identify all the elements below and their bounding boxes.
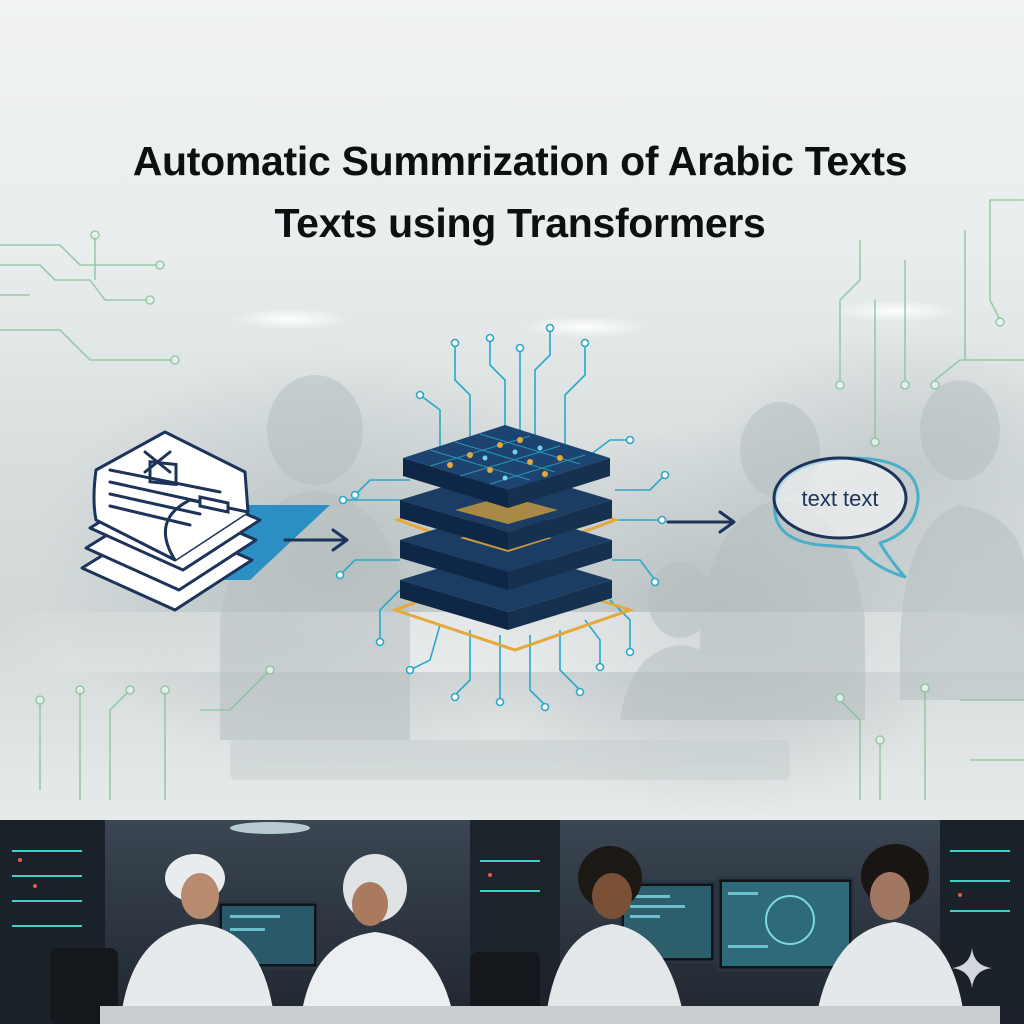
summary-bubble-text: text text bbox=[801, 486, 878, 511]
arrow-right-icon bbox=[666, 510, 736, 534]
poster-area: text text Automatic Summrization of Arab… bbox=[0, 0, 1024, 820]
desk bbox=[100, 1006, 1000, 1024]
diagram-scene: text text bbox=[0, 199, 1024, 800]
page-title: Automatic Summrization of Arabic Texts T… bbox=[40, 130, 1000, 254]
sparkle-icon bbox=[952, 948, 992, 988]
chip-layers bbox=[400, 425, 612, 630]
lab-photo bbox=[0, 820, 1024, 1024]
lab-photo-scene bbox=[0, 820, 1024, 1024]
title-line-1: Automatic Summrization of Arabic Texts bbox=[132, 138, 908, 184]
title-line-2: Texts using Transformers bbox=[274, 200, 766, 246]
